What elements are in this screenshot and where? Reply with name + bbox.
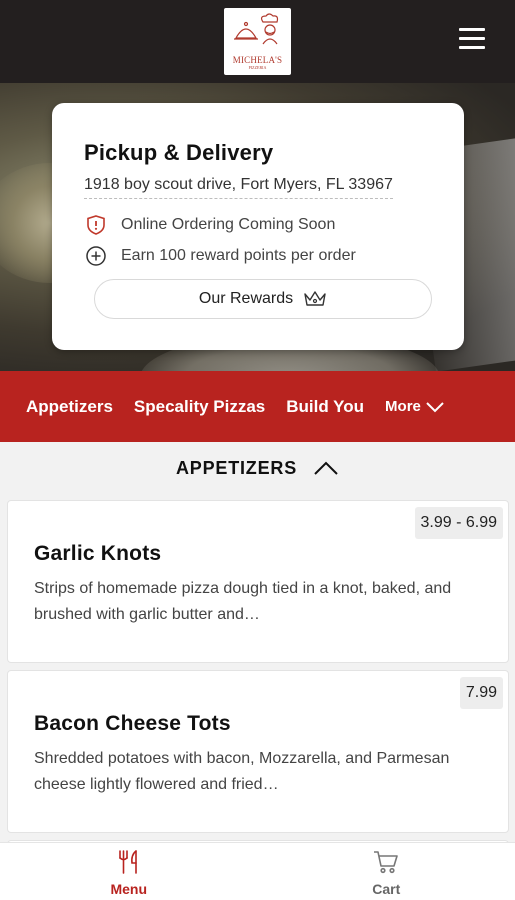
- pickup-delivery-card: Pickup & Delivery 1918 boy scout drive, …: [52, 103, 464, 350]
- logo-text: MICHELA'S: [232, 55, 283, 65]
- restaurant-address[interactable]: 1918 boy scout drive, Fort Myers, FL 339…: [84, 176, 393, 199]
- category-tab-specality-pizzas[interactable]: Specality Pizzas: [134, 397, 265, 417]
- menu-item-card[interactable]: 7.99 Bacon Cheese Tots Shredded potatoes…: [7, 670, 509, 833]
- more-label: More: [385, 398, 421, 415]
- item-price: 3.99 - 6.99: [414, 507, 503, 539]
- section-header-appetizers[interactable]: APPETIZERS: [0, 442, 515, 494]
- item-name: Garlic Knots: [34, 542, 162, 565]
- item-price: 7.99: [459, 677, 503, 709]
- hamburger-menu-icon[interactable]: [459, 28, 487, 54]
- category-tab-build-you[interactable]: Build You: [286, 397, 364, 417]
- plus-circle-icon: [84, 244, 108, 268]
- cart-icon: [374, 851, 399, 874]
- menu-item-card[interactable]: 3.99 - 6.99 Garlic Knots Strips of homem…: [7, 500, 509, 663]
- item-description: Strips of homemade pizza dough tied in a…: [34, 580, 452, 623]
- our-rewards-label: Our Rewards: [198, 290, 294, 307]
- nav-label-menu: Menu: [110, 881, 148, 897]
- ordering-status-text: Online Ordering Coming Soon: [121, 216, 336, 233]
- category-nav-bar: Appetizers Specality Pizzas Build You Mo…: [0, 371, 515, 442]
- nav-label-cart: Cart: [372, 881, 401, 897]
- chevron-down-icon: [426, 401, 444, 412]
- chevron-up-icon: [314, 461, 338, 475]
- category-tab-appetizers[interactable]: Appetizers: [26, 397, 113, 417]
- restaurant-logo[interactable]: MICHELA'S PIZZERIA: [224, 8, 291, 75]
- ordering-status-row: Online Ordering Coming Soon: [84, 213, 335, 237]
- top-bar: MICHELA'S PIZZERIA: [0, 0, 515, 83]
- bottom-navigation: Menu Cart: [0, 842, 515, 900]
- item-description: Shredded potatoes with bacon, Mozzarella…: [34, 750, 450, 793]
- section-title: APPETIZERS: [175, 457, 298, 478]
- chef-logo-icon: [234, 13, 279, 45]
- nav-tab-menu[interactable]: Menu: [0, 843, 258, 900]
- our-rewards-button[interactable]: Our Rewards: [94, 279, 432, 319]
- crown-icon: [304, 291, 326, 306]
- app-screen: MICHELA'S PIZZERIA Pickup & Delivery 191…: [0, 0, 515, 900]
- more-categories-button[interactable]: More: [385, 398, 445, 415]
- card-title: Pickup & Delivery: [84, 140, 274, 165]
- nav-tab-cart[interactable]: Cart: [258, 843, 515, 900]
- logo-subtext: PIZZERIA: [248, 65, 267, 70]
- item-name: Bacon Cheese Tots: [34, 712, 231, 735]
- shield-alert-icon: [84, 213, 108, 237]
- rewards-note-row: Earn 100 reward points per order: [84, 244, 356, 268]
- fork-knife-icon: [118, 850, 137, 874]
- rewards-note-text: Earn 100 reward points per order: [121, 247, 356, 264]
